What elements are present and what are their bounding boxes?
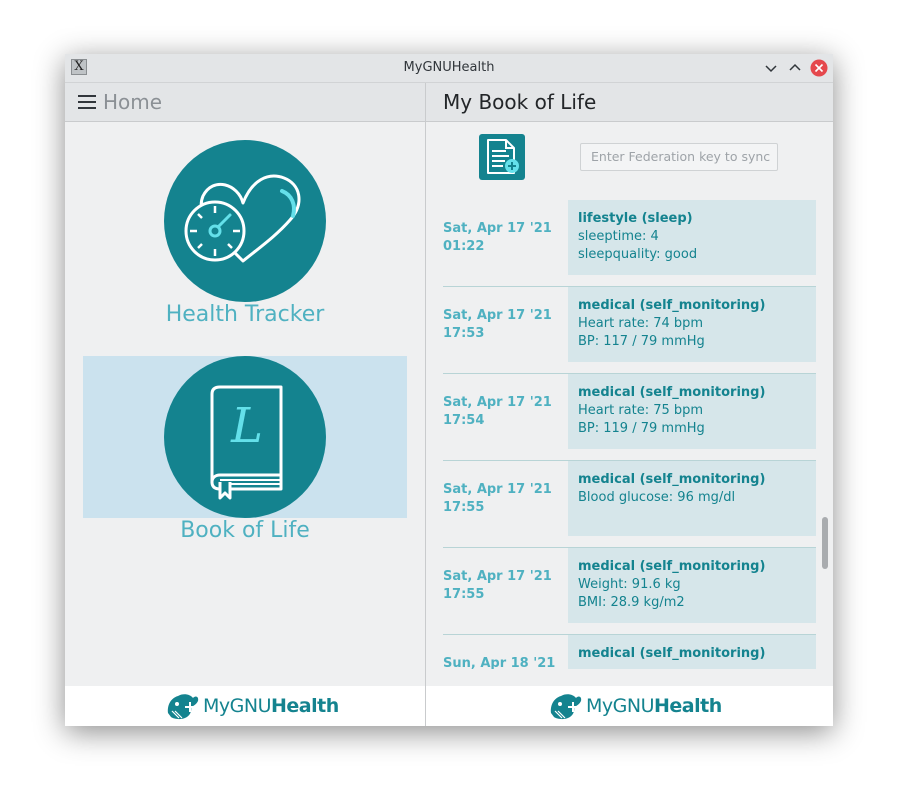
entry-datetime: Sat, Apr 17 '21 17:55 <box>443 481 563 517</box>
entry-date: Sat, Apr 17 '21 <box>443 395 552 410</box>
entry-date: Sun, Apr 18 '21 <box>443 656 556 669</box>
book-of-life-header: My Book of Life <box>426 83 833 122</box>
list-item[interactable]: Sun, Apr 18 '21 medical (self_monitoring… <box>443 635 816 669</box>
logo-text: MyGNUHealth <box>586 695 722 717</box>
heart-gauge-icon <box>184 174 301 263</box>
entry-card[interactable]: medical (self_monitoring) <box>568 635 816 669</box>
hamburger-menu-icon[interactable] <box>78 95 96 109</box>
entry-detail: Weight: 91.6 kg <box>578 577 681 592</box>
entry-time: 17:55 <box>443 500 485 515</box>
entry-date: Sat, Apr 17 '21 <box>443 569 552 584</box>
scrollbar-thumb[interactable] <box>822 517 828 569</box>
logo-text: MyGNUHealth <box>203 695 339 717</box>
entry-title: medical (self_monitoring) <box>578 385 766 400</box>
federation-key-input[interactable]: Enter Federation key to sync <box>580 143 778 171</box>
entry-datetime: Sat, Apr 17 '21 01:22 <box>443 220 563 256</box>
list-item[interactable]: Sat, Apr 17 '21 17:53 medical (self_moni… <box>443 287 816 374</box>
entry-card[interactable]: medical (self_monitoring) Weight: 91.6 k… <box>568 548 816 623</box>
gnu-head-logo-icon <box>167 694 199 720</box>
list-item[interactable]: Sat, Apr 17 '21 01:22 lifestyle (sleep) … <box>443 200 816 287</box>
entry-time: 01:22 <box>443 239 485 254</box>
add-document-icon <box>487 139 519 174</box>
home-header: Home <box>65 83 425 122</box>
window-title: MyGNUHealth <box>403 60 495 75</box>
right-footer: MyGNUHealth <box>426 686 833 726</box>
entry-title: medical (self_monitoring) <box>578 472 766 487</box>
entry-datetime: Sun, Apr 18 '21 <box>443 655 563 669</box>
mygnuhealth-logo: MyGNUHealth <box>548 690 722 722</box>
book-of-life-label[interactable]: Book of Life <box>65 518 425 543</box>
list-item[interactable]: Sat, Apr 17 '21 17:54 medical (self_moni… <box>443 374 816 461</box>
book-of-life-pane: Enter Federation key to sync Sat, Apr 17… <box>426 122 833 686</box>
entry-detail: Heart rate: 74 bpm <box>578 316 704 331</box>
title-bar[interactable]: X MyGNUHealth <box>65 54 833 83</box>
entry-date: Sat, Apr 17 '21 <box>443 221 552 236</box>
health-tracker-button[interactable] <box>164 140 326 302</box>
entry-detail: BMI: 28.9 kg/m2 <box>578 595 685 610</box>
left-footer: MyGNUHealth <box>65 686 425 726</box>
entry-title: lifestyle (sleep) <box>578 211 693 226</box>
entry-time: 17:55 <box>443 587 485 602</box>
entry-date: Sat, Apr 17 '21 <box>443 308 552 323</box>
entry-datetime: Sat, Apr 17 '21 17:54 <box>443 394 563 430</box>
home-title: Home <box>103 90 163 114</box>
entry-card[interactable]: lifestyle (sleep) sleeptime: 4 sleepqual… <box>568 200 816 275</box>
entry-title: medical (self_monitoring) <box>578 298 766 313</box>
entry-card[interactable]: medical (self_monitoring) Heart rate: 74… <box>568 287 816 362</box>
maximize-icon[interactable] <box>786 59 804 77</box>
entry-card[interactable]: medical (self_monitoring) Heart rate: 75… <box>568 374 816 449</box>
mygnuhealth-logo: MyGNUHealth <box>165 690 339 722</box>
entry-detail: sleepquality: good <box>578 247 698 262</box>
book-of-life-entries[interactable]: Sat, Apr 17 '21 01:22 lifestyle (sleep) … <box>426 200 818 669</box>
entry-date: Sat, Apr 17 '21 <box>443 482 552 497</box>
health-tracker-label[interactable]: Health Tracker <box>65 302 425 327</box>
svg-text:L: L <box>230 398 263 454</box>
minimize-icon[interactable] <box>762 59 780 77</box>
app-window: X MyGNUHealth Home My Book of Life Healt… <box>65 54 833 726</box>
entry-title: medical (self_monitoring) <box>578 646 766 661</box>
list-item[interactable]: Sat, Apr 17 '21 17:55 medical (self_moni… <box>443 461 816 548</box>
book-of-life-button[interactable]: L <box>164 356 326 518</box>
entry-detail: Heart rate: 75 bpm <box>578 403 704 418</box>
entry-detail: BP: 117 / 79 mmHg <box>578 334 705 349</box>
book-icon: L <box>210 385 283 500</box>
entry-detail: sleeptime: 4 <box>578 229 659 244</box>
close-icon[interactable] <box>810 59 828 77</box>
entry-detail: BP: 119 / 79 mmHg <box>578 421 705 436</box>
entry-time: 17:53 <box>443 326 485 341</box>
list-item[interactable]: Sat, Apr 17 '21 17:55 medical (self_moni… <box>443 548 816 635</box>
entry-detail: Blood glucose: 96 mg/dl <box>578 490 736 505</box>
entry-datetime: Sat, Apr 17 '21 17:53 <box>443 307 563 343</box>
gnu-head-logo-icon <box>550 694 582 720</box>
entry-datetime: Sat, Apr 17 '21 17:55 <box>443 568 563 604</box>
page-title: My Book of Life <box>443 90 597 114</box>
home-pane: Health Tracker L Book of Life <box>65 122 425 686</box>
entry-time: 17:54 <box>443 413 485 428</box>
entry-card[interactable]: medical (self_monitoring) Blood glucose:… <box>568 461 816 536</box>
add-entry-button[interactable] <box>479 134 525 180</box>
entry-title: medical (self_monitoring) <box>578 559 766 574</box>
